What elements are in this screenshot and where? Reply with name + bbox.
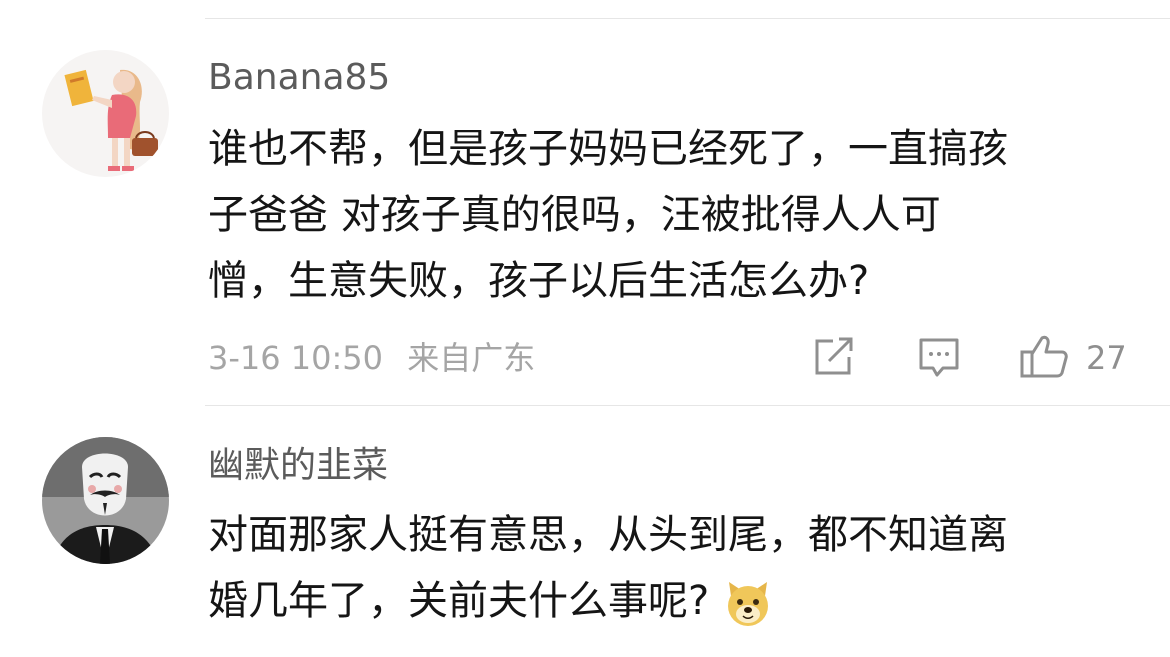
like-count: 27 bbox=[1086, 339, 1127, 377]
avatar[interactable] bbox=[42, 50, 169, 177]
divider bbox=[205, 405, 1170, 406]
comment-meta: 3-16 10:50 来自广东 bbox=[208, 338, 535, 378]
comment-line: 子爸爸 对孩子真的很吗，汪被批得人人可 bbox=[208, 192, 941, 238]
comment-line-text: 婚几年了，关前夫什么事呢? bbox=[208, 578, 710, 624]
comment-line: 对面那家人挺有意思，从头到尾，都不知道离 bbox=[208, 512, 1008, 558]
divider-top bbox=[205, 18, 1170, 19]
comment-icon[interactable] bbox=[918, 337, 960, 379]
username[interactable]: 幽默的韭菜 bbox=[208, 444, 388, 488]
avatar[interactable] bbox=[42, 437, 169, 564]
comment-text: 对面那家人挺有意思，从头到尾，都不知道离 婚几年了，关前夫什么事呢? bbox=[208, 502, 1138, 634]
timestamp: 3-16 10:50 bbox=[208, 339, 384, 377]
doge-emoji-icon bbox=[728, 582, 769, 626]
comment-line: 谁也不帮，但是孩子妈妈已经死了，一直搞孩 bbox=[208, 126, 1008, 172]
thumbs-up-icon[interactable] bbox=[1020, 334, 1068, 378]
location: 来自广东 bbox=[407, 339, 536, 377]
comment-line: 憎，生意失败，孩子以后生活怎么办? bbox=[208, 258, 870, 304]
share-icon[interactable] bbox=[813, 337, 855, 377]
comment-line: 婚几年了，关前夫什么事呢? bbox=[208, 568, 1138, 634]
comment-text: 谁也不帮，但是孩子妈妈已经死了，一直搞孩 子爸爸 对孩子真的很吗，汪被批得人人可… bbox=[208, 116, 1138, 314]
username[interactable]: Banana85 bbox=[208, 56, 390, 100]
guy-fawkes-mask-icon bbox=[42, 437, 169, 564]
woman-reading-icon bbox=[42, 50, 169, 177]
